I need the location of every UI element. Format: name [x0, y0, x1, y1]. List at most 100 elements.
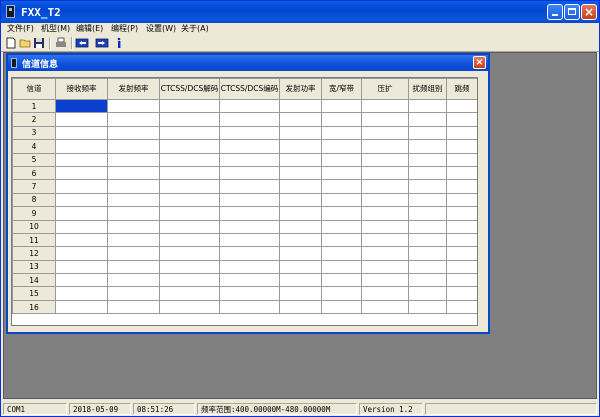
grid-cell[interactable] [446, 259, 477, 275]
grid-cell[interactable] [361, 139, 409, 154]
grid-cell[interactable] [446, 112, 477, 127]
grid-cell[interactable] [361, 112, 409, 127]
grid-cell[interactable] [446, 206, 477, 221]
grid-cell[interactable] [408, 139, 447, 154]
row-header[interactable]: 7 [12, 179, 56, 194]
grid-cell[interactable] [219, 139, 280, 154]
grid-cell[interactable] [321, 179, 362, 194]
grid-cell[interactable] [321, 98, 362, 114]
row-header[interactable]: 8 [12, 192, 56, 208]
grid-cell[interactable] [408, 299, 447, 315]
grid-cell[interactable] [159, 246, 220, 261]
grid-cell[interactable] [361, 246, 409, 261]
grid-cell[interactable] [408, 273, 447, 288]
grid-cell[interactable] [55, 179, 108, 194]
grid-cell[interactable] [55, 299, 108, 315]
grid-cell[interactable] [107, 286, 160, 301]
channel-window-close-button[interactable]: × [473, 56, 486, 69]
row-header[interactable]: 11 [12, 232, 56, 248]
grid-cell[interactable] [107, 246, 160, 261]
grid-cell[interactable] [219, 232, 280, 248]
grid-cell[interactable] [446, 125, 477, 141]
grid-cell[interactable] [219, 273, 280, 288]
grid-cell[interactable] [219, 192, 280, 208]
grid-cell[interactable] [159, 152, 220, 167]
row-header[interactable]: 2 [12, 112, 56, 127]
grid-cell[interactable] [219, 165, 280, 181]
grid-cell[interactable] [159, 98, 220, 114]
grid-cell[interactable] [55, 273, 108, 288]
grid-cell[interactable] [55, 152, 108, 167]
row-header[interactable]: 14 [12, 273, 56, 288]
grid-cell[interactable] [321, 232, 362, 248]
grid-cell[interactable] [321, 286, 362, 301]
channel-window-title-bar[interactable]: 信道信息 × [8, 55, 488, 71]
new-file-icon[interactable] [5, 37, 17, 49]
grid-cell[interactable] [219, 286, 280, 301]
grid-cell[interactable] [107, 112, 160, 127]
grid-cell[interactable] [107, 98, 160, 114]
grid-cell[interactable] [159, 232, 220, 248]
grid-cell[interactable] [361, 286, 409, 301]
grid-cell[interactable] [446, 232, 477, 248]
print-icon[interactable] [55, 37, 67, 49]
grid-cell[interactable] [408, 259, 447, 275]
grid-cell[interactable] [159, 299, 220, 315]
grid-cell[interactable] [361, 152, 409, 167]
grid-cell[interactable] [321, 299, 362, 315]
grid-cell[interactable] [159, 139, 220, 154]
menu-model[interactable]: 机型(M) [41, 23, 70, 35]
grid-cell[interactable] [219, 219, 280, 234]
column-header[interactable]: 扰频组别 [408, 78, 447, 100]
grid-cell[interactable] [159, 192, 220, 208]
grid-cell[interactable] [55, 139, 108, 154]
grid-cell[interactable] [279, 206, 322, 221]
grid-cell[interactable] [107, 165, 160, 181]
column-header[interactable]: 发射频率 [107, 78, 160, 100]
grid-cell[interactable] [408, 286, 447, 301]
grid-cell[interactable] [55, 259, 108, 275]
grid-cell[interactable] [446, 139, 477, 154]
row-header[interactable]: 4 [12, 139, 56, 154]
grid-cell[interactable] [321, 219, 362, 234]
open-folder-icon[interactable] [19, 37, 31, 49]
grid-cell[interactable] [446, 219, 477, 234]
grid-cell[interactable] [55, 192, 108, 208]
grid-cell[interactable] [55, 112, 108, 127]
info-icon[interactable] [115, 37, 123, 49]
grid-cell[interactable] [107, 152, 160, 167]
grid-cell[interactable] [408, 125, 447, 141]
grid-cell[interactable] [55, 286, 108, 301]
row-header[interactable]: 3 [12, 125, 56, 141]
read-radio-icon[interactable] [75, 37, 89, 49]
grid-cell[interactable] [321, 206, 362, 221]
row-header[interactable]: 12 [12, 246, 56, 261]
grid-cell[interactable] [55, 98, 108, 114]
grid-cell[interactable] [321, 139, 362, 154]
grid-cell[interactable] [408, 112, 447, 127]
grid-cell[interactable] [361, 125, 409, 141]
grid-cell[interactable] [107, 179, 160, 194]
grid-cell[interactable] [279, 286, 322, 301]
grid-cell[interactable] [361, 206, 409, 221]
grid-cell[interactable] [219, 112, 280, 127]
grid-cell[interactable] [279, 246, 322, 261]
menu-program[interactable]: 编程(P) [111, 23, 138, 35]
grid-cell[interactable] [321, 125, 362, 141]
grid-cell[interactable] [219, 206, 280, 221]
grid-cell[interactable] [279, 259, 322, 275]
grid-cell[interactable] [159, 286, 220, 301]
grid-cell[interactable] [408, 206, 447, 221]
grid-cell[interactable] [361, 98, 409, 114]
grid-cell[interactable] [321, 192, 362, 208]
grid-cell[interactable] [279, 179, 322, 194]
grid-cell[interactable] [408, 232, 447, 248]
grid-cell[interactable] [408, 152, 447, 167]
grid-cell[interactable] [446, 299, 477, 315]
grid-cell[interactable] [321, 246, 362, 261]
grid-cell[interactable] [279, 112, 322, 127]
grid-cell[interactable] [107, 219, 160, 234]
grid-cell[interactable] [279, 219, 322, 234]
grid-cell[interactable] [361, 219, 409, 234]
grid-cell[interactable] [107, 299, 160, 315]
